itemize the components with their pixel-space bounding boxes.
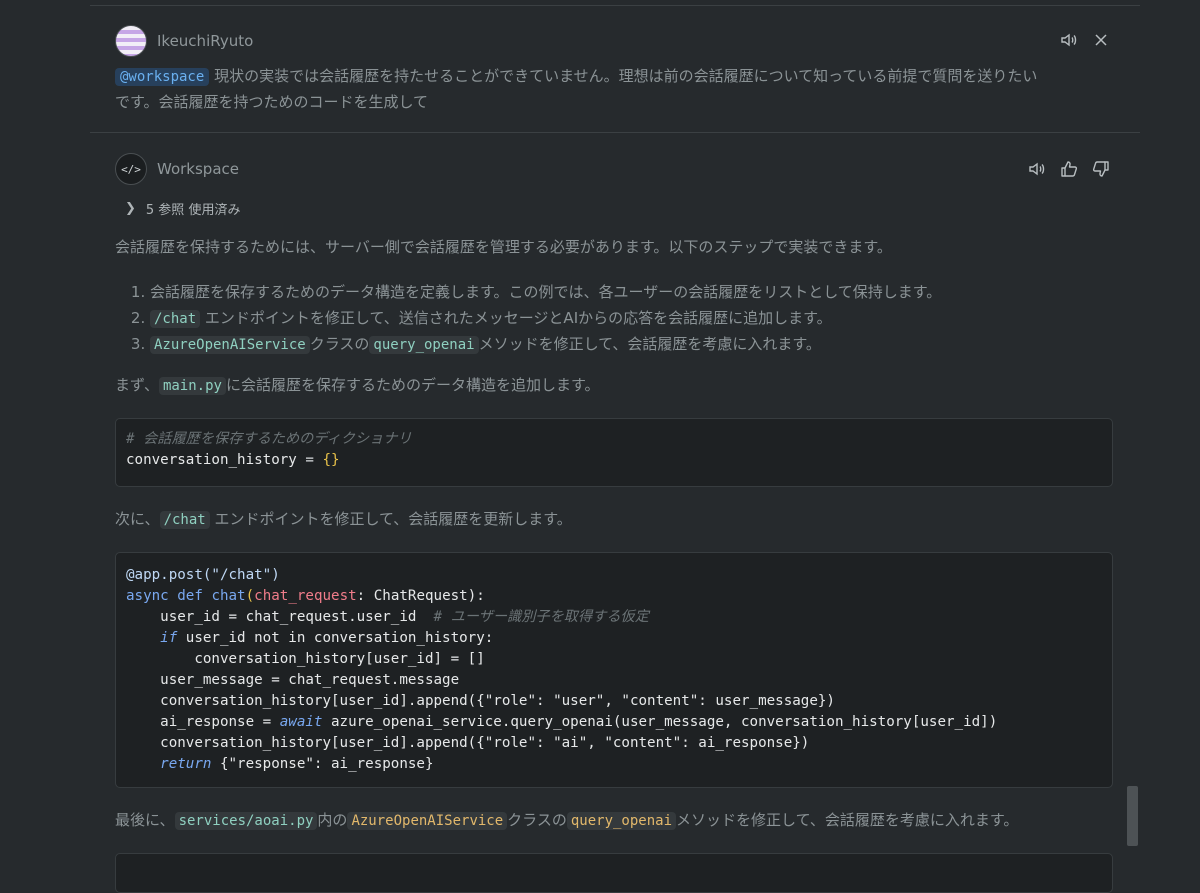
inline-code: AzureOpenAIService (150, 336, 310, 354)
chevron-right-icon: ❯ (125, 201, 136, 216)
user-message-text: @workspace 現状の実装では会話履歴を持たせることができていません。理想… (115, 67, 1038, 111)
steps-list: 会話履歴を保存するためのデータ構造を定義します。この例では、各ユーザーの会話履歴… (115, 280, 1130, 359)
references-label: 5 参照 使用済み (145, 203, 241, 218)
message-divider (90, 132, 1140, 133)
assistant-header: </> Workspace (115, 153, 239, 185)
inline-code: /chat (159, 511, 210, 529)
user-name: IkeuchiRyuto (157, 32, 254, 50)
code-block-dictionary[interactable]: # 会話履歴を保存するためのディクショナリ conversation_histo… (115, 418, 1113, 487)
thumbs-down-icon[interactable] (1090, 158, 1112, 180)
workspace-avatar-icon: </> (115, 153, 147, 185)
assistant-name: Workspace (157, 160, 239, 178)
code-block-chat-endpoint[interactable]: @app.post("/chat") async def chat(chat_r… (115, 552, 1113, 788)
user-avatar (115, 25, 147, 57)
list-item: /chat エンドポイントを修正して、送信されたメッセージとAIからの応答を会話… (150, 306, 1130, 333)
workspace-mention[interactable]: @workspace (115, 68, 210, 86)
inline-code: main.py (158, 377, 226, 395)
references-toggle[interactable]: ❯ 5 参照 使用済み (125, 199, 240, 218)
user-message-header: IkeuchiRyuto (115, 25, 253, 57)
top-divider (90, 5, 1140, 6)
intro-text: 会話履歴を保持するためには、サーバー側で会話履歴を管理する必要があります。以下の… (115, 238, 892, 256)
inline-code: AzureOpenAIService (347, 812, 508, 830)
list-item: AzureOpenAIServiceクラスのquery_openaiメソッドを修… (150, 332, 1130, 359)
speaker-icon[interactable] (1026, 158, 1048, 180)
inline-code: query_openai (566, 812, 677, 830)
chat-paragraph: 次に、/chat エンドポイントを修正して、会話履歴を更新します。 (115, 510, 572, 529)
inline-code: services/aoai.py (174, 812, 318, 830)
main-py-paragraph: まず、 main.py に会話履歴を保存するためのデータ構造を追加します。 (115, 376, 600, 395)
vertical-scrollbar[interactable] (1127, 786, 1138, 846)
inline-code: query_openai (369, 336, 479, 354)
last-paragraph: 最後に、 services/aoai.py 内の AzureOpenAIService… (115, 811, 1019, 830)
thumbs-up-icon[interactable] (1058, 158, 1080, 180)
close-icon[interactable] (1090, 29, 1112, 51)
inline-code: /chat (150, 309, 201, 328)
list-item: 会話履歴を保存するためのデータ構造を定義します。この例では、各ユーザーの会話履歴… (150, 280, 1130, 306)
code-block-aoai[interactable] (115, 853, 1113, 893)
speaker-icon[interactable] (1058, 29, 1080, 51)
